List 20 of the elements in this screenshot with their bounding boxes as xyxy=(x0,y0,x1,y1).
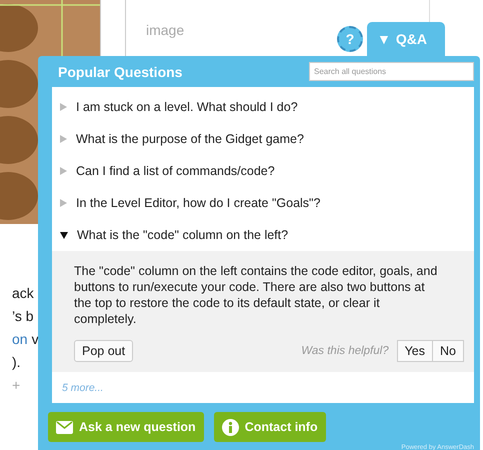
yes-button[interactable]: Yes xyxy=(396,340,434,362)
text-fragment: ). xyxy=(12,354,21,372)
answer-text: The "code" column on the left contains the code editor, goals, and buttons to run/execute your code. There are also two buttons at the top to restore the code to its default state, or clear it completely. xyxy=(74,263,438,327)
helpful-prompt: Was this helpful? xyxy=(301,345,389,357)
plus-icon: + xyxy=(12,377,20,396)
no-button[interactable]: No xyxy=(433,340,464,362)
text-fragment: v xyxy=(32,331,39,349)
pop-out-button[interactable]: Pop out xyxy=(74,340,134,362)
question-item[interactable]: What is the purpose of the Gidget game? xyxy=(52,123,474,155)
panel-title: Popular Questions xyxy=(58,64,182,80)
text-fragment: ’s b xyxy=(12,308,34,326)
question-item[interactable]: What is the "code" column on the left? xyxy=(52,219,474,251)
info-icon xyxy=(222,418,239,436)
question-item[interactable]: In the Level Editor, how do I create "Goals"? xyxy=(52,187,474,219)
link[interactable]: on xyxy=(12,331,28,350)
envelope-icon xyxy=(56,420,73,434)
question-item[interactable]: Can I find a list of commands/code? xyxy=(52,155,474,187)
text-fragment: ack xyxy=(12,285,34,303)
search-field[interactable]: Search all questions xyxy=(309,62,474,81)
question-item[interactable]: I am stuck on a level. What should I do? xyxy=(52,91,474,123)
